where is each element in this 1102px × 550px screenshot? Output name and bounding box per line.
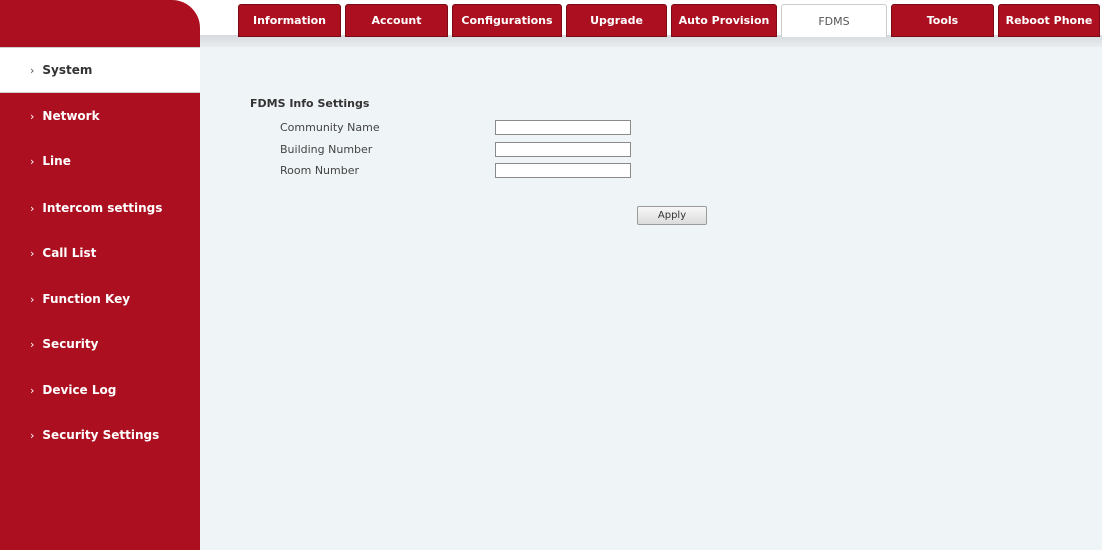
community-name-input[interactable] [495, 120, 631, 135]
tab-tools[interactable]: Tools [891, 4, 994, 37]
room-number-label: Room Number [280, 164, 360, 177]
sidebar-item-label: Device Log [42, 383, 117, 397]
apply-button[interactable]: Apply [637, 206, 707, 225]
tab-fdms[interactable]: FDMS [781, 4, 887, 37]
sidebar-item-line[interactable]: › Line [0, 138, 200, 184]
room-number-row: Room Number [280, 163, 880, 179]
sidebar-item-label: System [42, 63, 93, 77]
sidebar-item-label: Intercom settings [42, 201, 163, 215]
section-title: FDMS Info Settings [250, 97, 370, 110]
chevron-right-icon: › [30, 63, 35, 77]
chevron-right-icon: › [30, 337, 35, 351]
sidebar-item-call-list[interactable]: › Call List [0, 230, 200, 276]
sidebar-item-label: Network [42, 109, 100, 123]
tab-information[interactable]: Information [238, 4, 341, 37]
chevron-right-icon: › [30, 154, 35, 168]
tab-auto-provision[interactable]: Auto Provision [671, 4, 777, 37]
sidebar-item-label: Security [42, 337, 99, 351]
chevron-right-icon: › [30, 428, 35, 442]
chevron-right-icon: › [30, 246, 35, 260]
tab-reboot-phone[interactable]: Reboot Phone [998, 4, 1100, 37]
tab-account[interactable]: Account [345, 4, 448, 37]
sidebar-item-system[interactable]: › System [0, 47, 200, 93]
community-name-label: Community Name [280, 121, 380, 134]
sidebar-item-security[interactable]: › Security [0, 321, 200, 367]
building-number-row: Building Number [280, 142, 880, 158]
building-number-input[interactable] [495, 142, 631, 157]
tab-configurations[interactable]: Configurations [452, 4, 562, 37]
sidebar-item-label: Call List [42, 246, 97, 260]
sidebar-item-network[interactable]: › Network [0, 93, 200, 139]
community-name-row: Community Name [280, 120, 880, 136]
chevron-right-icon: › [30, 201, 35, 215]
chevron-right-icon: › [30, 109, 35, 123]
tab-upgrade[interactable]: Upgrade [566, 4, 667, 37]
sidebar-item-label: Security Settings [42, 428, 160, 442]
sidebar-item-label: Function Key [42, 292, 131, 306]
sidebar-item-security-settings[interactable]: › Security Settings [0, 412, 200, 458]
sidebar-item-label: Line [42, 154, 71, 168]
building-number-label: Building Number [280, 143, 373, 156]
main-content: FDMS Info Settings Community Name Buildi… [200, 47, 1102, 550]
chevron-right-icon: › [30, 383, 35, 397]
room-number-input[interactable] [495, 163, 631, 178]
chevron-right-icon: › [30, 292, 35, 306]
sidebar-item-device-log[interactable]: › Device Log [0, 367, 200, 413]
sidebar: › System › Network › Line › Intercom set… [0, 0, 200, 550]
sidebar-item-intercom-settings[interactable]: › Intercom settings [0, 185, 200, 231]
sidebar-item-function-key[interactable]: › Function Key [0, 276, 200, 322]
